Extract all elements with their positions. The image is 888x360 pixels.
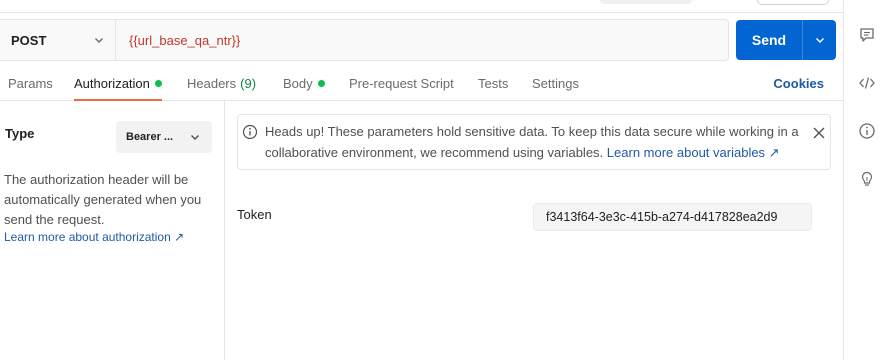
chevron-down-icon xyxy=(815,37,824,44)
toolbar-button-fragment[interactable] xyxy=(757,0,829,5)
token-label: Token xyxy=(237,207,272,222)
comment-icon[interactable] xyxy=(858,26,876,44)
send-options-button[interactable] xyxy=(803,20,836,60)
auth-type-select[interactable]: Bearer ... xyxy=(116,121,212,153)
tab-tests[interactable]: Tests xyxy=(478,66,508,100)
tab-headers[interactable]: Headers (9) xyxy=(187,66,256,100)
info-circle-icon xyxy=(242,124,258,140)
banner-message: Heads up! These parameters hold sensitiv… xyxy=(265,121,800,163)
send-label[interactable]: Send xyxy=(736,20,802,60)
tab-label: Pre-request Script xyxy=(349,75,454,91)
tab-label: Authorization xyxy=(74,75,150,91)
method-select[interactable]: POST xyxy=(0,20,116,60)
toolbar-fragment xyxy=(600,0,692,4)
tab-label: Tests xyxy=(478,75,509,91)
info-icon[interactable] xyxy=(858,122,876,140)
tab-params[interactable]: Params xyxy=(8,66,53,100)
tab-label: Settings xyxy=(532,75,579,91)
tab-body[interactable]: Body xyxy=(283,66,325,100)
auth-description: The authorization header will be automat… xyxy=(4,172,202,227)
status-dot-icon xyxy=(154,79,162,87)
close-icon[interactable] xyxy=(812,126,826,140)
tab-pre-request-script[interactable]: Pre-request Script xyxy=(349,66,454,100)
token-input[interactable]: f3413f64-3e3c-415b-a274-d417828ea2d9 xyxy=(533,203,812,231)
auth-type-label: Type xyxy=(5,126,35,141)
chevron-down-icon xyxy=(191,135,199,140)
url-input[interactable]: {{url_base_qa_ntr}} xyxy=(116,20,728,60)
tab-label: Body xyxy=(283,75,313,91)
learn-more-variables-link[interactable]: Learn more about variables ↗ xyxy=(607,145,780,160)
chevron-down-icon xyxy=(95,38,103,43)
tab-label: Params xyxy=(8,75,53,91)
auth-type-value: Bearer ... xyxy=(126,131,174,143)
tab-authorization[interactable]: Authorization xyxy=(74,66,162,101)
tab-label: Headers xyxy=(187,75,237,91)
send-button[interactable]: Send xyxy=(736,20,836,60)
learn-more-authorization-link[interactable]: Learn more about authorization ↗ xyxy=(4,230,184,244)
code-icon[interactable] xyxy=(858,74,876,92)
request-tabs: Params Authorization Headers (9) Body Pr… xyxy=(0,66,843,101)
headers-count: (9) xyxy=(240,75,257,91)
status-dot-icon xyxy=(317,79,325,87)
request-bar: POST {{url_base_qa_ntr}} xyxy=(0,19,729,61)
top-toolbar-strip xyxy=(0,0,843,13)
method-label: POST xyxy=(11,32,47,48)
cookies-link[interactable]: Cookies xyxy=(773,66,824,100)
tab-settings[interactable]: Settings xyxy=(532,66,579,100)
lightbulb-icon[interactable] xyxy=(858,170,876,188)
